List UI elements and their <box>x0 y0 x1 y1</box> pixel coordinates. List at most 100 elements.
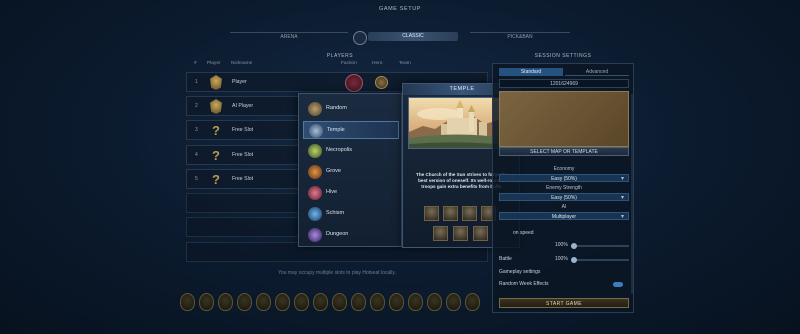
faction-option-label: Random <box>326 105 347 111</box>
slider-knob[interactable] <box>571 257 577 263</box>
player-emblem-icon[interactable] <box>199 293 214 311</box>
row-nickname: Free Slot <box>232 127 254 133</box>
dungeon-icon <box>308 228 322 242</box>
animation-speed-value: 100% <box>555 242 568 248</box>
random-week-label: Random Week Effects <box>499 281 549 287</box>
player-emblem-icon[interactable] <box>275 293 290 311</box>
faction-option-label: Schism <box>326 210 345 216</box>
row-number: 3 <box>195 127 198 133</box>
unit-portrait-icon[interactable] <box>473 226 488 241</box>
tab-arena[interactable]: ARENA <box>230 32 348 41</box>
faction-option-hive[interactable]: Hive <box>303 184 399 202</box>
faction-dropdown: Random Temple Necropolis Grove Hive Schi… <box>298 93 402 247</box>
player-emblem-icon[interactable] <box>237 293 252 311</box>
faction-option-label: Hive <box>326 189 338 195</box>
hotseat-hint: You may occupy multiple slots to play Ho… <box>278 270 396 276</box>
faction-option-label: Necropolis <box>326 147 352 153</box>
unit-portrait-icon[interactable] <box>433 226 448 241</box>
row-number: 2 <box>195 103 198 109</box>
player-emblem-icon[interactable] <box>294 293 309 311</box>
animation-speed-label: on speed <box>513 230 534 236</box>
player-emblem-icon[interactable] <box>389 293 404 311</box>
tab-picknban[interactable]: PICK&BAN <box>470 32 570 41</box>
enemy-strength-label: Enemy Strength <box>546 185 582 191</box>
battle-speed-slider[interactable] <box>571 257 629 263</box>
session-title: SESSION SETTINGS <box>534 53 592 59</box>
session-scrollbar[interactable] <box>631 94 633 294</box>
player-emblem-icon[interactable] <box>218 293 233 311</box>
player-emblem-icon[interactable] <box>427 293 442 311</box>
unit-portrait-icon[interactable] <box>443 206 458 221</box>
col-num: # <box>194 61 197 66</box>
row-nickname: Free Slot <box>232 176 254 182</box>
player-emblem-icon[interactable] <box>370 293 385 311</box>
row-nickname: AI Player <box>232 103 254 109</box>
faction-option-label: Temple <box>327 127 345 133</box>
faction-option-grove[interactable]: Grove <box>303 163 399 181</box>
faction-option-temple[interactable]: Temple <box>303 121 399 139</box>
player-emblem-icon[interactable] <box>180 293 195 311</box>
unit-portrait-icon[interactable] <box>424 206 439 221</box>
random-icon <box>308 102 322 116</box>
session-panel: Standard Advanced 1201624969 SELECT MAP … <box>492 63 634 313</box>
gameplay-settings-label: Gameplay settings <box>499 269 541 275</box>
player-emblem-icon[interactable] <box>408 293 423 311</box>
tab-advanced[interactable]: Advanced <box>565 68 629 76</box>
faction-option-dungeon[interactable]: Dungeon <box>303 226 399 244</box>
unit-portrait-icon[interactable] <box>453 226 468 241</box>
row-number: 1 <box>195 79 198 85</box>
ai-label: AI <box>561 204 567 210</box>
faction-option-label: Dungeon <box>326 231 349 237</box>
player-emblem-icon[interactable] <box>256 293 271 311</box>
temple-icon <box>309 124 323 138</box>
economy-select[interactable]: Easy (50%) <box>499 174 629 183</box>
col-team: Team <box>399 61 411 66</box>
player-emblem-icon[interactable] <box>313 293 328 311</box>
faction-option-necropolis[interactable]: Necropolis <box>303 142 399 160</box>
players-title: PLAYERS <box>326 53 354 59</box>
grove-icon <box>308 165 322 179</box>
seed-field[interactable]: 1201624969 <box>499 79 629 88</box>
tab-classic[interactable]: CLASSIC <box>368 32 458 41</box>
animation-speed-slider[interactable] <box>571 243 629 249</box>
mode-emblem-icon <box>353 31 367 45</box>
col-faction: Faction <box>341 61 357 66</box>
row-number: 4 <box>195 152 198 158</box>
random-week-toggle[interactable] <box>613 282 623 287</box>
faction-option-random[interactable]: Random <box>303 100 399 118</box>
player-emblem-icon[interactable] <box>446 293 461 311</box>
player-emblem-icon[interactable] <box>332 293 347 311</box>
row-nickname: Player <box>232 79 247 85</box>
unit-portrait-icon[interactable] <box>462 206 477 221</box>
necropolis-icon <box>308 144 322 158</box>
col-nickname: Nickname <box>231 61 253 66</box>
mode-tabs: ARENA CLASSIC PICK&BAN <box>230 29 570 43</box>
question-mark-icon[interactable]: ? <box>210 172 222 187</box>
slider-knob[interactable] <box>571 243 577 249</box>
question-mark-icon[interactable]: ? <box>210 148 222 163</box>
tab-standard[interactable]: Standard <box>499 68 563 76</box>
col-hero: Hero <box>372 61 383 66</box>
select-map-button[interactable]: SELECT MAP OR TEMPLATE <box>499 147 629 156</box>
faction-badge-icon[interactable] <box>345 74 363 92</box>
session-tabs: Standard Advanced <box>499 68 629 76</box>
player-crest-icon[interactable] <box>210 75 222 90</box>
question-mark-icon[interactable]: ? <box>210 123 222 138</box>
player-crest-icon[interactable] <box>210 99 222 114</box>
bottom-emblem-row <box>180 293 500 313</box>
player-emblem-icon[interactable] <box>351 293 366 311</box>
faction-option-schism[interactable]: Schism <box>303 205 399 223</box>
player-emblem-icon[interactable] <box>465 293 480 311</box>
start-game-button[interactable]: START GAME <box>499 298 629 308</box>
faction-option-label: Grove <box>326 168 341 174</box>
hive-icon <box>308 186 322 200</box>
ai-select[interactable]: Multiplayer <box>499 212 629 221</box>
col-player: Player <box>207 61 221 66</box>
battle-speed-value: 100% <box>555 256 568 262</box>
enemy-strength-select[interactable]: Easy (50%) <box>499 193 629 202</box>
battle-speed-label: Battle <box>499 256 512 262</box>
schism-icon <box>308 207 322 221</box>
hero-badge-icon[interactable] <box>375 76 388 89</box>
map-preview[interactable] <box>499 91 629 147</box>
page-title: GAME SETUP <box>378 6 422 12</box>
